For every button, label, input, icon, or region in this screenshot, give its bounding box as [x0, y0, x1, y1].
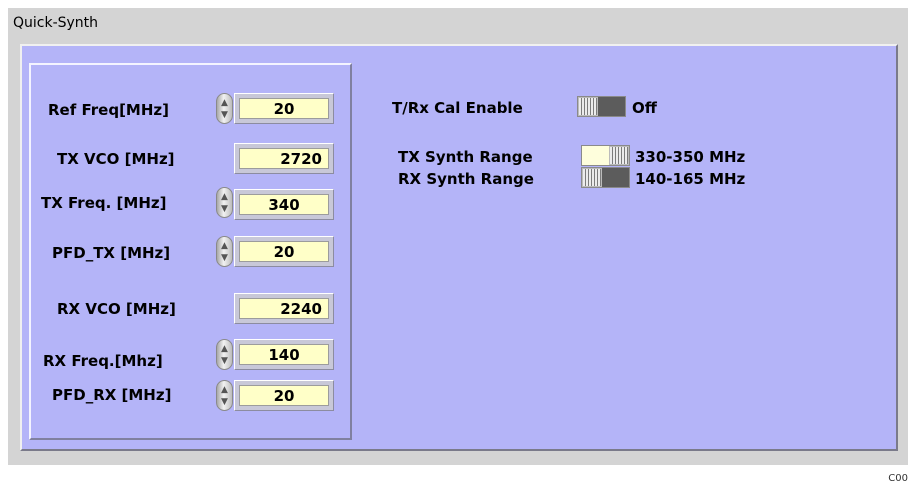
- tx-synth-range-value: 330-350 MHz: [635, 148, 746, 166]
- rx-freq-input[interactable]: 140: [239, 344, 329, 365]
- main-panel: Ref Freq[MHz] ▲ ▼ 20 TX VCO [MHz] 2720 T…: [20, 44, 898, 451]
- rx-synth-range-label: RX Synth Range: [398, 170, 534, 188]
- spin-down-icon: ▼: [221, 356, 228, 366]
- rx-freq-spinner[interactable]: ▲ ▼: [216, 339, 233, 370]
- rx-freq-label: RX Freq.[Mhz]: [43, 352, 163, 370]
- ref-freq-spinner[interactable]: ▲ ▼: [216, 93, 233, 124]
- tx-vco-field: 2720: [234, 143, 334, 174]
- pfd-rx-label: PFD_RX [MHz]: [52, 386, 172, 404]
- spin-down-icon: ▼: [221, 204, 228, 214]
- spin-down-icon: ▼: [221, 397, 228, 407]
- panel-title: Quick-Synth: [13, 15, 99, 31]
- rx-vco-value: 2240: [239, 298, 329, 319]
- cal-enable-toggle[interactable]: [577, 96, 626, 117]
- pfd-tx-input[interactable]: 20: [239, 241, 329, 262]
- pfd-rx-field[interactable]: 20: [234, 380, 334, 411]
- ref-freq-label: Ref Freq[MHz]: [48, 101, 169, 119]
- tx-freq-spinner[interactable]: ▲ ▼: [216, 187, 233, 218]
- rx-freq-field[interactable]: 140: [234, 339, 334, 370]
- pfd-rx-input[interactable]: 20: [239, 385, 329, 406]
- pfd-rx-spinner[interactable]: ▲ ▼: [216, 380, 233, 411]
- tx-synth-range-toggle[interactable]: [581, 145, 630, 166]
- rx-vco-field: 2240: [234, 293, 334, 324]
- toggle-knob: [582, 168, 602, 187]
- frequency-settings-panel: Ref Freq[MHz] ▲ ▼ 20 TX VCO [MHz] 2720 T…: [29, 63, 352, 440]
- toggle-knob: [578, 97, 598, 116]
- spin-up-icon: ▲: [221, 98, 228, 108]
- ref-freq-input[interactable]: 20: [239, 98, 329, 119]
- spin-up-icon: ▲: [221, 192, 228, 202]
- spin-up-icon: ▲: [221, 241, 228, 251]
- ref-freq-field[interactable]: 20: [234, 93, 334, 124]
- pfd-tx-field[interactable]: 20: [234, 236, 334, 267]
- spin-down-icon: ▼: [221, 110, 228, 120]
- tx-synth-range-label: TX Synth Range: [398, 148, 533, 166]
- spin-down-icon: ▼: [221, 253, 228, 263]
- pfd-tx-spinner[interactable]: ▲ ▼: [216, 236, 233, 267]
- quick-synth-frame: Quick-Synth Ref Freq[MHz] ▲ ▼ 20 TX VCO …: [8, 8, 908, 465]
- tx-vco-value: 2720: [239, 148, 329, 169]
- tx-vco-label: TX VCO [MHz]: [57, 150, 175, 168]
- rx-synth-range-toggle[interactable]: [581, 167, 630, 188]
- pfd-tx-label: PFD_TX [MHz]: [52, 244, 171, 262]
- spin-up-icon: ▲: [221, 385, 228, 395]
- figure-code: C00: [888, 473, 908, 484]
- cal-enable-label: T/Rx Cal Enable: [392, 99, 523, 117]
- rx-vco-label: RX VCO [MHz]: [57, 300, 176, 318]
- tx-freq-label: TX Freq. [MHz]: [41, 194, 167, 212]
- toggle-knob: [609, 146, 629, 165]
- rx-synth-range-value: 140-165 MHz: [635, 170, 746, 188]
- tx-freq-field[interactable]: 340: [234, 189, 334, 220]
- tx-freq-input[interactable]: 340: [239, 194, 329, 215]
- cal-enable-state: Off: [632, 99, 657, 117]
- spin-up-icon: ▲: [221, 344, 228, 354]
